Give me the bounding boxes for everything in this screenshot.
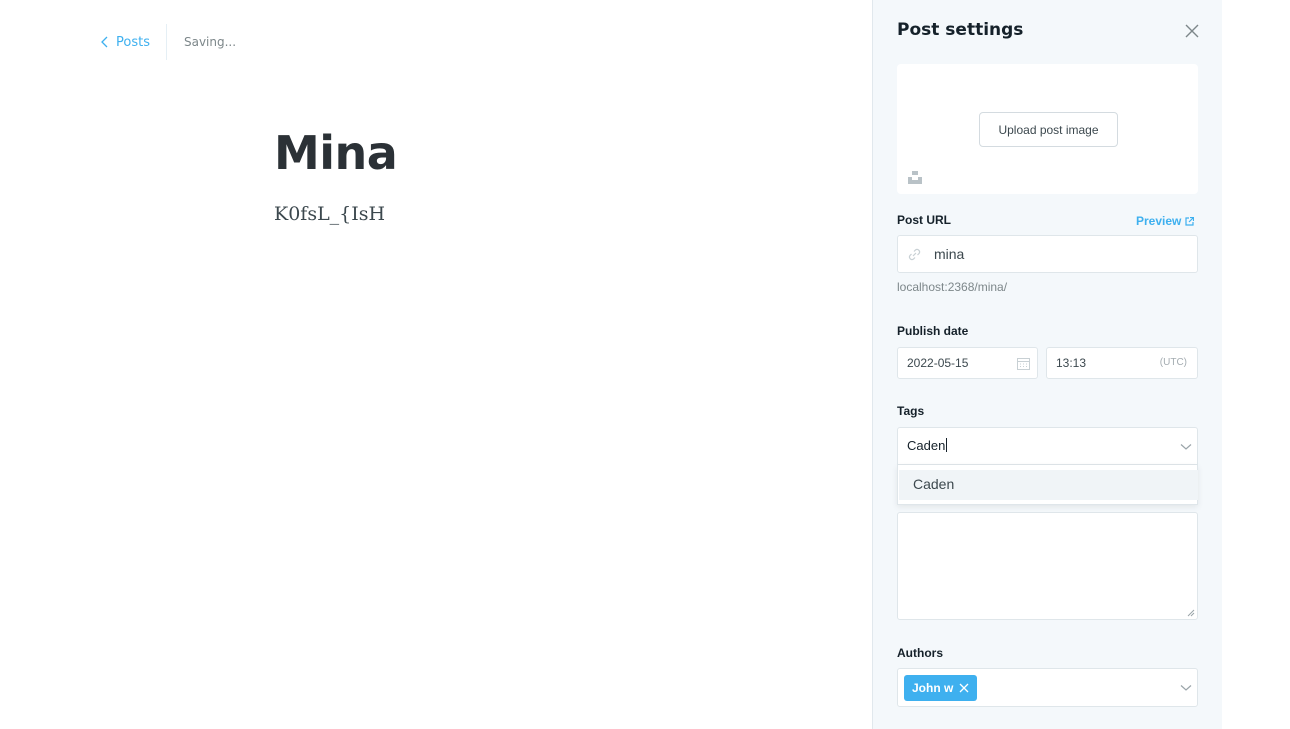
editor-header: Posts Saving... <box>100 24 236 60</box>
unsplash-icon[interactable] <box>908 170 922 184</box>
preview-label: Preview <box>1136 214 1182 228</box>
post-title[interactable]: Mina <box>274 126 398 180</box>
post-url-value: mina <box>934 246 965 262</box>
back-to-posts-link[interactable]: Posts <box>100 35 150 50</box>
post-image-dropzone[interactable]: Upload post image <box>897 64 1198 194</box>
authors-input[interactable]: John w <box>897 668 1198 707</box>
publish-date-input[interactable]: 2022-05-15 <box>897 347 1038 379</box>
header-divider <box>165 24 167 60</box>
chevron-down-icon[interactable] <box>1180 443 1192 451</box>
link-icon <box>908 248 921 261</box>
upload-post-image-button[interactable]: Upload post image <box>979 112 1118 147</box>
publish-date-value: 2022-05-15 <box>907 356 969 370</box>
tags-input-text: Caden <box>907 438 946 453</box>
remove-x-icon[interactable] <box>959 683 969 693</box>
close-icon[interactable] <box>1184 23 1200 39</box>
timezone-label: (UTC) <box>1159 357 1187 368</box>
external-link-icon <box>1185 216 1195 226</box>
post-body[interactable]: K0fsL_{IsH <box>274 203 385 225</box>
tags-input-value: Caden <box>907 438 948 453</box>
publish-time-value: 13:13 <box>1056 356 1087 370</box>
calendar-icon[interactable] <box>1017 357 1030 370</box>
text-caret <box>946 438 948 452</box>
preview-link[interactable]: Preview <box>1136 214 1195 228</box>
chevron-down-icon[interactable] <box>1180 684 1192 692</box>
author-chip-label: John w <box>912 681 954 695</box>
tag-option[interactable]: Caden <box>899 470 1198 500</box>
excerpt-textarea[interactable] <box>897 512 1198 620</box>
tags-input[interactable]: Caden <box>897 427 1198 465</box>
back-link-label: Posts <box>116 34 150 50</box>
post-url-label: Post URL <box>897 213 951 227</box>
tags-label: Tags <box>897 404 925 418</box>
post-url-input[interactable]: mina <box>897 235 1198 273</box>
publish-date-label: Publish date <box>897 324 969 338</box>
panel-title: Post settings <box>897 20 1024 40</box>
publish-time-input[interactable]: 13:13 (UTC) <box>1046 347 1198 379</box>
post-settings-panel: Post settings Upload post image Post URL… <box>872 0 1222 729</box>
tags-dropdown: Caden <box>897 465 1198 505</box>
authors-label: Authors <box>897 646 943 660</box>
post-url-hint: localhost:2368/mina/ <box>897 280 1008 294</box>
author-chip[interactable]: John w <box>904 675 978 701</box>
save-status: Saving... <box>183 35 237 49</box>
resize-grip-icon[interactable] <box>1187 609 1195 617</box>
chevron-left-icon <box>101 36 108 48</box>
